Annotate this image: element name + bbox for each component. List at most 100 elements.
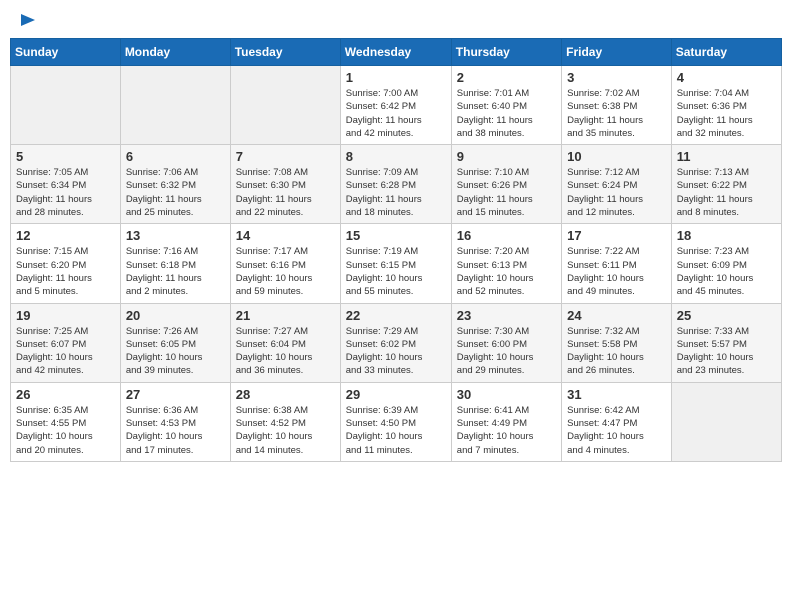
calendar-week-row: 26 Sunrise: 6:35 AM Sunset: 4:55 PM Dayli… xyxy=(11,382,782,461)
day-info: Sunrise: 6:41 AM Sunset: 4:49 PM Dayligh… xyxy=(457,404,556,457)
logo xyxy=(15,10,37,30)
day-info: Sunrise: 7:26 AM Sunset: 6:05 PM Dayligh… xyxy=(126,325,225,378)
weekday-header: Wednesday xyxy=(340,39,451,66)
day-info: Sunrise: 7:00 AM Sunset: 6:42 PM Dayligh… xyxy=(346,87,446,140)
day-info: Sunrise: 7:06 AM Sunset: 6:32 PM Dayligh… xyxy=(126,166,225,219)
day-number: 18 xyxy=(677,228,776,243)
calendar-cell xyxy=(671,382,781,461)
day-number: 15 xyxy=(346,228,446,243)
day-number: 11 xyxy=(677,149,776,164)
day-number: 27 xyxy=(126,387,225,402)
day-info: Sunrise: 6:35 AM Sunset: 4:55 PM Dayligh… xyxy=(16,404,115,457)
weekday-header: Tuesday xyxy=(230,39,340,66)
day-number: 1 xyxy=(346,70,446,85)
calendar-cell: 22 Sunrise: 7:29 AM Sunset: 6:02 PM Dayli… xyxy=(340,303,451,382)
calendar-cell: 28 Sunrise: 6:38 AM Sunset: 4:52 PM Dayli… xyxy=(230,382,340,461)
day-number: 20 xyxy=(126,308,225,323)
calendar-cell: 29Sunrise: 6:39 AM Sunset: 4:50 PM Dayli… xyxy=(340,382,451,461)
day-number: 22 xyxy=(346,308,446,323)
calendar-cell: 31Sunrise: 6:42 AM Sunset: 4:47 PM Dayli… xyxy=(562,382,672,461)
day-info: Sunrise: 7:15 AM Sunset: 6:20 PM Dayligh… xyxy=(16,245,115,298)
day-number: 2 xyxy=(457,70,556,85)
day-number: 8 xyxy=(346,149,446,164)
calendar-cell: 24 Sunrise: 7:32 AM Sunset: 5:58 PM Dayli… xyxy=(562,303,672,382)
calendar-cell: 4 Sunrise: 7:04 AM Sunset: 6:36 PM Daylig… xyxy=(671,66,781,145)
calendar-week-row: 12 Sunrise: 7:15 AM Sunset: 6:20 PM Dayli… xyxy=(11,224,782,303)
day-info: Sunrise: 7:19 AM Sunset: 6:15 PM Dayligh… xyxy=(346,245,446,298)
day-number: 31 xyxy=(567,387,666,402)
calendar-cell: 7Sunrise: 7:08 AM Sunset: 6:30 PM Daylig… xyxy=(230,145,340,224)
day-info: Sunrise: 7:27 AM Sunset: 6:04 PM Dayligh… xyxy=(236,325,335,378)
calendar-cell: 25 Sunrise: 7:33 AM Sunset: 5:57 PM Dayli… xyxy=(671,303,781,382)
calendar-cell: 17 Sunrise: 7:22 AM Sunset: 6:11 PM Dayli… xyxy=(562,224,672,303)
day-number: 9 xyxy=(457,149,556,164)
calendar-cell: 13 Sunrise: 7:16 AM Sunset: 6:18 PM Dayli… xyxy=(120,224,230,303)
day-info: Sunrise: 7:20 AM Sunset: 6:13 PM Dayligh… xyxy=(457,245,556,298)
calendar-cell: 8 Sunrise: 7:09 AM Sunset: 6:28 PM Daylig… xyxy=(340,145,451,224)
day-info: Sunrise: 7:22 AM Sunset: 6:11 PM Dayligh… xyxy=(567,245,666,298)
day-number: 12 xyxy=(16,228,115,243)
day-info: Sunrise: 7:23 AM Sunset: 6:09 PM Dayligh… xyxy=(677,245,776,298)
calendar-cell: 2 Sunrise: 7:01 AM Sunset: 6:40 PM Daylig… xyxy=(451,66,561,145)
calendar-cell: 27Sunrise: 6:36 AM Sunset: 4:53 PM Dayli… xyxy=(120,382,230,461)
day-info: Sunrise: 7:32 AM Sunset: 5:58 PM Dayligh… xyxy=(567,325,666,378)
calendar-cell xyxy=(230,66,340,145)
calendar-cell: 9Sunrise: 7:10 AM Sunset: 6:26 PM Daylig… xyxy=(451,145,561,224)
day-number: 25 xyxy=(677,308,776,323)
day-number: 30 xyxy=(457,387,556,402)
calendar-cell: 3 Sunrise: 7:02 AM Sunset: 6:38 PM Daylig… xyxy=(562,66,672,145)
day-number: 4 xyxy=(677,70,776,85)
day-info: Sunrise: 7:30 AM Sunset: 6:00 PM Dayligh… xyxy=(457,325,556,378)
day-number: 14 xyxy=(236,228,335,243)
calendar-cell: 6 Sunrise: 7:06 AM Sunset: 6:32 PM Daylig… xyxy=(120,145,230,224)
calendar-cell: 11 Sunrise: 7:13 AM Sunset: 6:22 PM Dayli… xyxy=(671,145,781,224)
day-info: Sunrise: 7:25 AM Sunset: 6:07 PM Dayligh… xyxy=(16,325,115,378)
day-info: Sunrise: 7:08 AM Sunset: 6:30 PM Dayligh… xyxy=(236,166,335,219)
day-number: 28 xyxy=(236,387,335,402)
calendar-table: SundayMondayTuesdayWednesdayThursdayFrid… xyxy=(10,38,782,462)
day-number: 26 xyxy=(16,387,115,402)
weekday-header: Thursday xyxy=(451,39,561,66)
calendar-week-row: 19 Sunrise: 7:25 AM Sunset: 6:07 PM Dayli… xyxy=(11,303,782,382)
logo-icon xyxy=(17,10,37,30)
day-info: Sunrise: 7:09 AM Sunset: 6:28 PM Dayligh… xyxy=(346,166,446,219)
calendar-week-row: 5Sunrise: 7:05 AM Sunset: 6:34 PM Daylig… xyxy=(11,145,782,224)
calendar-cell: 23Sunrise: 7:30 AM Sunset: 6:00 PM Dayli… xyxy=(451,303,561,382)
day-info: Sunrise: 7:13 AM Sunset: 6:22 PM Dayligh… xyxy=(677,166,776,219)
calendar-header-row: SundayMondayTuesdayWednesdayThursdayFrid… xyxy=(11,39,782,66)
day-number: 16 xyxy=(457,228,556,243)
day-number: 6 xyxy=(126,149,225,164)
day-info: Sunrise: 7:01 AM Sunset: 6:40 PM Dayligh… xyxy=(457,87,556,140)
weekday-header: Saturday xyxy=(671,39,781,66)
weekday-header: Sunday xyxy=(11,39,121,66)
day-info: Sunrise: 6:38 AM Sunset: 4:52 PM Dayligh… xyxy=(236,404,335,457)
calendar-cell: 12 Sunrise: 7:15 AM Sunset: 6:20 PM Dayli… xyxy=(11,224,121,303)
day-number: 19 xyxy=(16,308,115,323)
day-info: Sunrise: 7:29 AM Sunset: 6:02 PM Dayligh… xyxy=(346,325,446,378)
calendar-cell: 21 Sunrise: 7:27 AM Sunset: 6:04 PM Dayli… xyxy=(230,303,340,382)
calendar-cell: 1 Sunrise: 7:00 AM Sunset: 6:42 PM Daylig… xyxy=(340,66,451,145)
day-info: Sunrise: 7:05 AM Sunset: 6:34 PM Dayligh… xyxy=(16,166,115,219)
day-number: 29 xyxy=(346,387,446,402)
calendar-cell: 15 Sunrise: 7:19 AM Sunset: 6:15 PM Dayli… xyxy=(340,224,451,303)
day-number: 10 xyxy=(567,149,666,164)
day-info: Sunrise: 7:04 AM Sunset: 6:36 PM Dayligh… xyxy=(677,87,776,140)
calendar-cell xyxy=(120,66,230,145)
day-info: Sunrise: 7:02 AM Sunset: 6:38 PM Dayligh… xyxy=(567,87,666,140)
calendar-cell: 26 Sunrise: 6:35 AM Sunset: 4:55 PM Dayli… xyxy=(11,382,121,461)
calendar-cell: 30 Sunrise: 6:41 AM Sunset: 4:49 PM Dayli… xyxy=(451,382,561,461)
weekday-header: Friday xyxy=(562,39,672,66)
day-number: 21 xyxy=(236,308,335,323)
day-number: 13 xyxy=(126,228,225,243)
weekday-header: Monday xyxy=(120,39,230,66)
day-info: Sunrise: 7:33 AM Sunset: 5:57 PM Dayligh… xyxy=(677,325,776,378)
calendar-cell: 14 Sunrise: 7:17 AM Sunset: 6:16 PM Dayli… xyxy=(230,224,340,303)
day-number: 17 xyxy=(567,228,666,243)
calendar-cell: 20 Sunrise: 7:26 AM Sunset: 6:05 PM Dayli… xyxy=(120,303,230,382)
day-info: Sunrise: 7:17 AM Sunset: 6:16 PM Dayligh… xyxy=(236,245,335,298)
day-info: Sunrise: 7:16 AM Sunset: 6:18 PM Dayligh… xyxy=(126,245,225,298)
calendar-cell: 5Sunrise: 7:05 AM Sunset: 6:34 PM Daylig… xyxy=(11,145,121,224)
day-number: 3 xyxy=(567,70,666,85)
calendar-cell: 16 Sunrise: 7:20 AM Sunset: 6:13 PM Dayli… xyxy=(451,224,561,303)
day-number: 24 xyxy=(567,308,666,323)
